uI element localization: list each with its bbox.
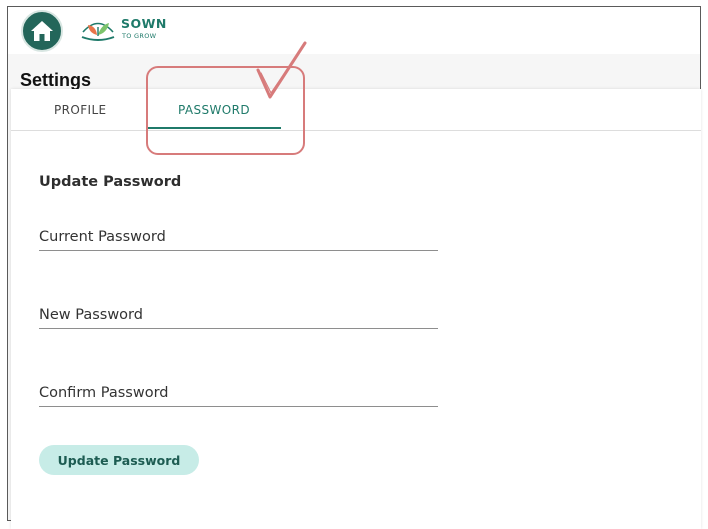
top-bar: SOWN TO GROW (8, 7, 700, 54)
confirm-password-label: Confirm Password (39, 385, 169, 401)
current-password-field[interactable]: Current Password (39, 229, 439, 251)
confirm-password-field[interactable]: Confirm Password (39, 385, 439, 407)
new-password-field[interactable]: New Password (39, 307, 439, 329)
current-password-label: Current Password (39, 229, 166, 245)
tab-bar: PROFILE PASSWORD (11, 89, 701, 131)
current-password-underline (39, 250, 438, 251)
form-title: Update Password (39, 174, 182, 190)
confirm-password-underline (39, 406, 438, 407)
update-password-button[interactable]: Update Password (39, 445, 199, 475)
settings-card: PROFILE PASSWORD Update Password Current… (11, 89, 701, 529)
home-button[interactable] (21, 10, 63, 52)
home-icon (31, 21, 53, 41)
sown-to-grow-logo[interactable]: SOWN TO GROW (79, 13, 169, 45)
logo-title: SOWN (121, 16, 167, 31)
annotation-checkmark-icon (256, 41, 307, 99)
new-password-underline (39, 328, 438, 329)
new-password-label: New Password (39, 307, 143, 323)
logo-subtitle: TO GROW (122, 32, 157, 40)
tab-profile[interactable]: PROFILE (54, 103, 107, 117)
sprout-logo-icon (81, 22, 115, 41)
page-title: Settings (20, 70, 92, 90)
